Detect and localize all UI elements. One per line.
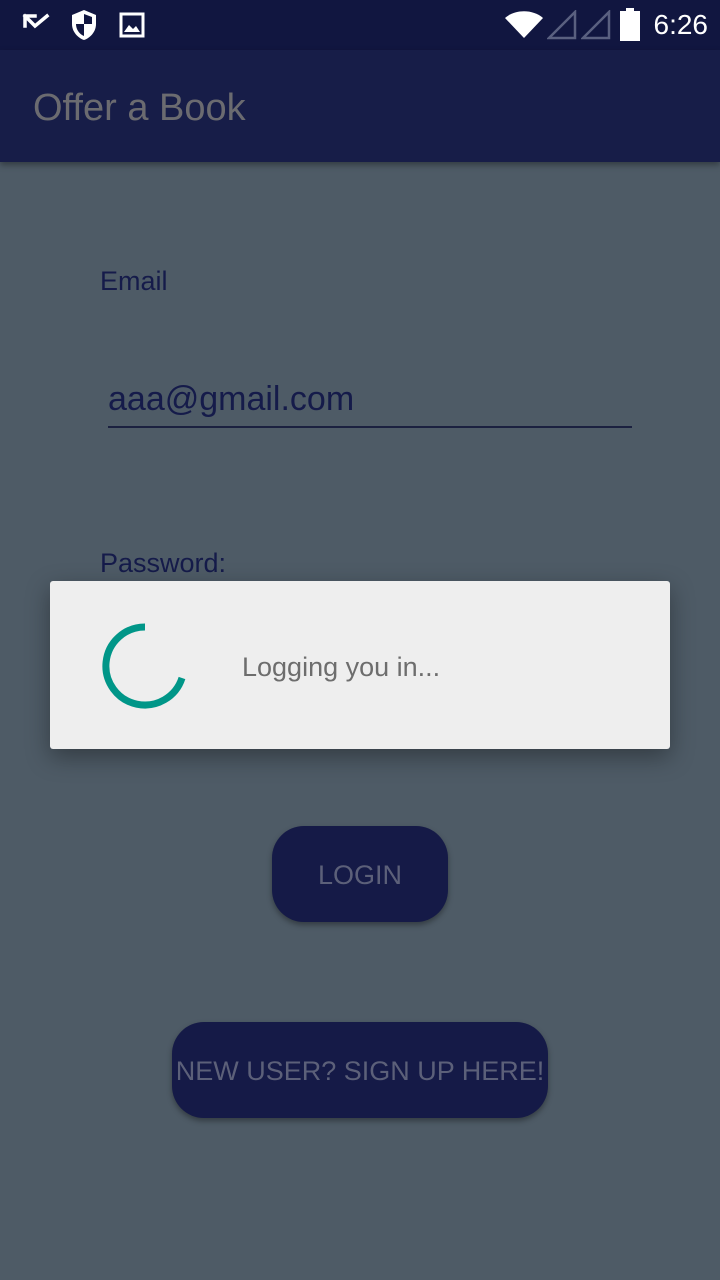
- email-label: Email: [100, 266, 168, 296]
- signal-empty-icon: [581, 0, 611, 50]
- page-title: Offer a Book: [33, 87, 246, 129]
- status-bar: 6:26: [0, 0, 720, 50]
- image-icon: [118, 0, 146, 50]
- app-toolbar: Offer a Book: [0, 50, 720, 162]
- password-label: Password:: [100, 548, 227, 578]
- shield-icon: [68, 0, 100, 50]
- login-button[interactable]: LOGIN: [272, 826, 448, 922]
- email-field[interactable]: aaa@gmail.com: [108, 372, 632, 428]
- dialog-message: Logging you in...: [242, 652, 441, 682]
- progress-dialog: Logging you in...: [50, 581, 670, 749]
- status-time: 6:26: [653, 9, 709, 40]
- battery-icon: [618, 0, 642, 50]
- signup-button[interactable]: NEW USER? SIGN UP HERE!: [172, 1022, 548, 1118]
- wifi-icon: [504, 0, 544, 50]
- signal-empty-icon: [547, 0, 577, 50]
- loading-spinner-icon: [102, 623, 186, 709]
- login-screen: 6:26 Offer a Book Email aaa@gmail.com Pa…: [0, 0, 720, 1280]
- missed-call-arrow-icon: [20, 0, 52, 50]
